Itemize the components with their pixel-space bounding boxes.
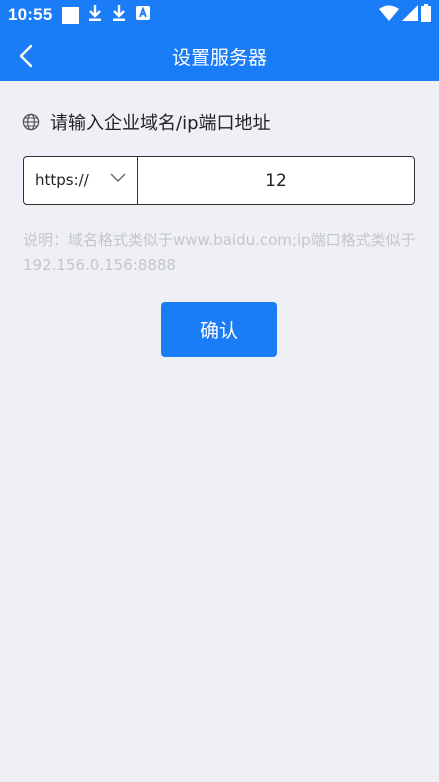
status-time: 10:55 [8,5,53,24]
system-icons [379,4,431,26]
app-header: 设置服务器 [0,31,439,81]
protocol-select[interactable]: https:// [24,157,138,204]
address-input[interactable] [138,157,414,204]
battery-icon [421,4,431,26]
chevron-down-icon [110,173,126,182]
status-bar: 10:55 [0,0,439,31]
download-icon [87,4,103,26]
confirm-button[interactable]: 确认 [161,302,277,357]
page-title: 设置服务器 [171,47,267,69]
download-icon [111,4,127,26]
globe-icon [22,113,40,131]
notification-icons [62,4,151,26]
server-address-group: https:// [23,156,415,205]
prompt-row: 请输入企业域名/ip端口地址 [22,109,271,135]
screen: 10:55 设置服务器 请输入企业域名/ip端口地址 https:// 12 说… [0,0,439,782]
square-icon [62,6,79,24]
wifi-icon [379,5,399,25]
a-badge-icon [135,5,151,25]
protocol-value: https:// [35,171,89,189]
format-hint: 说明：域名格式类似于www.baidu.com;ip端口格式类似于192.156… [23,231,416,274]
signal-icon [402,5,418,25]
prompt-label: 请输入企业域名/ip端口地址 [50,113,271,134]
